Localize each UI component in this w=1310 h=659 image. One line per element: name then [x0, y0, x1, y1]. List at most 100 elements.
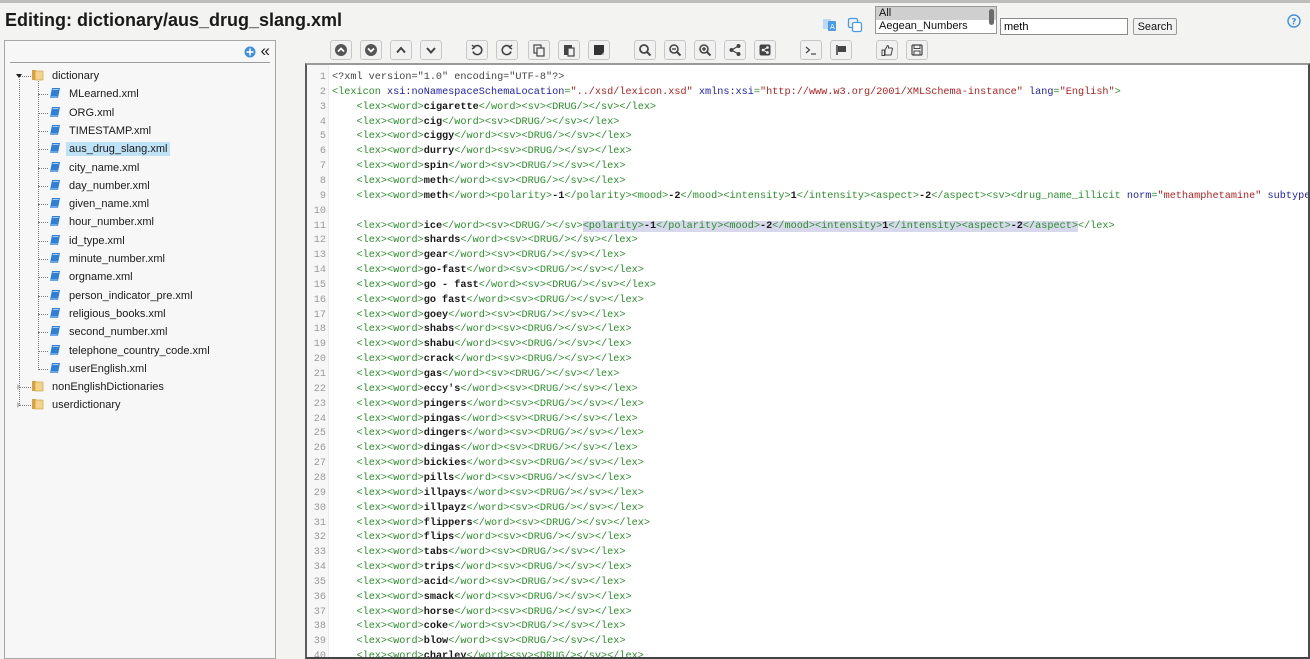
- code-text: <lex><word>illpays</word><sv><DRUG/></sv…: [356, 487, 644, 499]
- tree-folder[interactable]: nonEnglishDictionaries: [15, 378, 167, 396]
- copy-icon[interactable]: [847, 17, 863, 33]
- tree-file-label: minute_number.xml: [69, 253, 165, 265]
- expander-icon[interactable]: [16, 74, 22, 78]
- copy-button[interactable]: [528, 40, 550, 60]
- move-up-icon: [396, 46, 406, 54]
- next-match-icon: [365, 44, 377, 56]
- dictionary-option[interactable]: Aegean_Numbers: [876, 20, 996, 33]
- dictionary-select[interactable]: All Aegean_Numbers: [875, 6, 997, 34]
- tree-file[interactable]: userEnglish.xml: [49, 360, 150, 378]
- line-number: 13: [313, 250, 326, 262]
- code-line: 7 <lex><word>spin</word><sv><DRUG/></sv>…: [307, 159, 626, 174]
- tree-file[interactable]: given_name.xml: [49, 195, 152, 213]
- tree-file[interactable]: telephone_country_code.xml: [49, 342, 213, 360]
- tree-connector: [38, 204, 48, 206]
- tree-file[interactable]: minute_number.xml: [49, 250, 168, 268]
- tree-folder[interactable]: userdictionary: [15, 396, 123, 414]
- code-line: 4 <lex><word>cig</word><sv><DRUG/></sv><…: [307, 115, 619, 130]
- book-icon: [50, 216, 60, 227]
- line-number: 39: [313, 636, 326, 648]
- prev-match-icon: [335, 44, 347, 56]
- code-text: <lex><word>illpayz</word><sv><DRUG/></sv…: [356, 502, 644, 514]
- line-number: 15: [313, 279, 326, 291]
- format-button[interactable]: [588, 40, 610, 60]
- tree-file[interactable]: MLearned.xml: [49, 85, 142, 103]
- book-icon: [50, 179, 60, 190]
- select-scrollbar[interactable]: [989, 9, 994, 25]
- code-line: 25 <lex><word>dingers</word><sv><DRUG/><…: [307, 426, 644, 441]
- code-text: <lex><word>bickies</word><sv><DRUG/></sv…: [356, 458, 644, 470]
- tree-file[interactable]: day_number.xml: [49, 177, 153, 195]
- file-tree-panel: « dictionary MLearned.xml ORG.xml TIMESTAMP…: [4, 40, 276, 659]
- move-up-button[interactable]: [390, 40, 412, 60]
- undo-button[interactable]: [466, 40, 488, 60]
- translate-icon[interactable]: A: [822, 17, 838, 33]
- prev-match-button[interactable]: [330, 40, 352, 60]
- line-number: 4: [319, 116, 326, 128]
- tree-file[interactable]: ORG.xml: [49, 104, 117, 122]
- code-line: 8 <lex><word>meth</word><sv><DRUG/></sv>…: [307, 174, 626, 189]
- line-number: 12: [313, 235, 326, 247]
- code-text: <lex><word>pingas</word><sv><DRUG/></sv>…: [356, 413, 638, 425]
- code-line: 37 <lex><word>horse</word><sv><DRUG/></s…: [307, 605, 632, 620]
- tree-file[interactable]: religious_books.xml: [49, 305, 169, 323]
- code-line: 13 <lex><word>gear</word><sv><DRUG/></sv…: [307, 248, 626, 263]
- tree-file[interactable]: hour_number.xml: [49, 213, 157, 231]
- tree-file[interactable]: person_indicator_pre.xml: [49, 287, 196, 305]
- code-text: <lex><word>spin</word><sv><DRUG/></sv></…: [356, 161, 626, 173]
- tree-file[interactable]: city_name.xml: [49, 159, 142, 177]
- format-icon: [594, 45, 604, 55]
- code-text: <lex><word>pingers</word><sv><DRUG/></sv…: [356, 398, 644, 410]
- redo-button[interactable]: [496, 40, 518, 60]
- tree-file[interactable]: id_type.xml: [49, 232, 128, 250]
- line-number: 16: [313, 294, 326, 306]
- line-number: 24: [313, 413, 326, 425]
- add-icon[interactable]: [244, 46, 256, 58]
- code-line: 11 <lex><word>ice</word><sv><DRUG/></sv>…: [307, 219, 1115, 234]
- tree-file-label: ORG.xml: [69, 106, 115, 119]
- tree-file[interactable]: orgname.xml: [49, 268, 136, 286]
- code-text: <lex><word>flips</word><sv><DRUG/></sv><…: [356, 532, 632, 544]
- code-line: 5 <lex><word>ciggy</word><sv><DRUG/></sv…: [307, 129, 632, 144]
- search-input[interactable]: [1000, 18, 1128, 35]
- line-number: 20: [313, 354, 326, 366]
- zoom-out-button[interactable]: [664, 40, 686, 60]
- line-number: 23: [313, 398, 326, 410]
- like-button[interactable]: [876, 40, 898, 60]
- line-number: 1: [319, 72, 326, 83]
- tree-folder-label: userdictionary: [52, 399, 121, 412]
- tree-file[interactable]: second_number.xml: [49, 323, 170, 341]
- code-text: <lex><word>ciggy</word><sv><DRUG/></sv><…: [356, 131, 632, 143]
- terminal-button[interactable]: [800, 40, 822, 60]
- help-icon[interactable]: ?: [1287, 14, 1301, 28]
- move-down-button[interactable]: [420, 40, 442, 60]
- line-number: 22: [313, 383, 326, 395]
- share-alt-button[interactable]: [754, 40, 776, 60]
- search-button[interactable]: [634, 40, 656, 60]
- share-button[interactable]: [724, 40, 746, 60]
- next-match-button[interactable]: [360, 40, 382, 60]
- line-number: 25: [313, 428, 326, 440]
- zoom-in-button[interactable]: [694, 40, 716, 60]
- code-line: 23 <lex><word>pingers</word><sv><DRUG/><…: [307, 397, 644, 412]
- line-number: 40: [313, 651, 326, 659]
- code-text: <lex><word>meth</word><sv><DRUG/></sv></…: [356, 175, 626, 187]
- dictionary-option[interactable]: All: [876, 7, 996, 20]
- tree-connector: [38, 112, 48, 114]
- tree-connector: [38, 313, 48, 315]
- tree-file-label: hour_number.xml: [69, 216, 154, 229]
- svg-text:?: ?: [1291, 18, 1296, 28]
- tree-file[interactable]: aus_drug_slang.xml: [49, 140, 171, 158]
- tree-file-label: religious_books.xml: [69, 307, 166, 320]
- code-text: <lex><word>meth</word><polarity>-1</pola…: [356, 190, 1310, 202]
- tree-file[interactable]: TIMESTAMP.xml: [49, 122, 154, 140]
- xml-editor[interactable]: 1 <?xml version="1.0" encoding="UTF-8"?> 2…: [305, 63, 1310, 659]
- book-icon: [50, 234, 60, 245]
- collapse-panel-icon[interactable]: «: [261, 42, 270, 60]
- tree-file-label: city_name.xml: [69, 161, 140, 174]
- flag-button[interactable]: [830, 40, 852, 60]
- save-button[interactable]: [906, 40, 928, 60]
- paste-button[interactable]: [558, 40, 580, 60]
- tree-file-label: MLearned.xml: [69, 88, 139, 101]
- search-button[interactable]: Search: [1133, 18, 1177, 35]
